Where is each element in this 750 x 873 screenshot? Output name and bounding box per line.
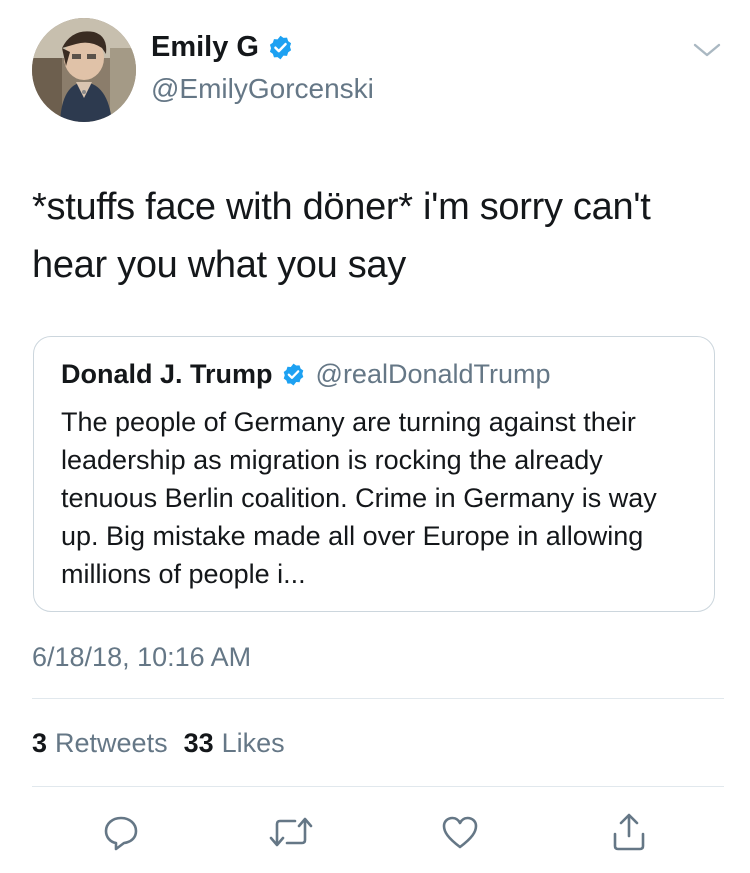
tweet-text: *stuffs face with döner* i'm sorry can't… [32, 186, 651, 286]
verified-badge-icon [267, 34, 294, 61]
share-button[interactable] [609, 812, 649, 852]
tweet-timestamp: 6/18/18, 10:16 AM [32, 642, 252, 672]
author-handle[interactable]: @EmilyGorcenski [151, 73, 374, 105]
quoted-tweet-header: Donald J. Trump @realDonaldTrump [61, 359, 551, 390]
quoted-tweet-card[interactable]: Donald J. Trump @realDonaldTrump The peo… [33, 336, 715, 612]
retweet-button[interactable] [268, 812, 314, 852]
likes-label[interactable]: Likes [222, 727, 285, 759]
retweets-count[interactable]: 3 [32, 727, 47, 759]
likes-count[interactable]: 33 [184, 727, 214, 759]
quoted-author-handle: @realDonaldTrump [315, 359, 551, 389]
quoted-tweet-text: The people of Germany are turning agains… [61, 407, 657, 589]
author-display-name[interactable]: Emily G [151, 30, 294, 64]
share-icon [613, 813, 645, 851]
tweet-stats: 3 Retweets 33 Likes [32, 727, 301, 759]
avatar[interactable] [32, 18, 136, 122]
reply-button[interactable] [101, 812, 141, 852]
reply-icon [104, 816, 138, 851]
verified-badge-icon [281, 362, 306, 387]
quoted-author-name: Donald J. Trump [61, 359, 273, 389]
author-name-text[interactable]: Emily G [151, 30, 259, 64]
retweet-icon [269, 817, 313, 847]
heart-icon [442, 816, 478, 849]
divider [32, 698, 724, 699]
chevron-down-icon[interactable] [692, 40, 722, 60]
divider [32, 786, 724, 787]
like-button[interactable] [440, 812, 480, 852]
retweets-label[interactable]: Retweets [55, 727, 168, 759]
